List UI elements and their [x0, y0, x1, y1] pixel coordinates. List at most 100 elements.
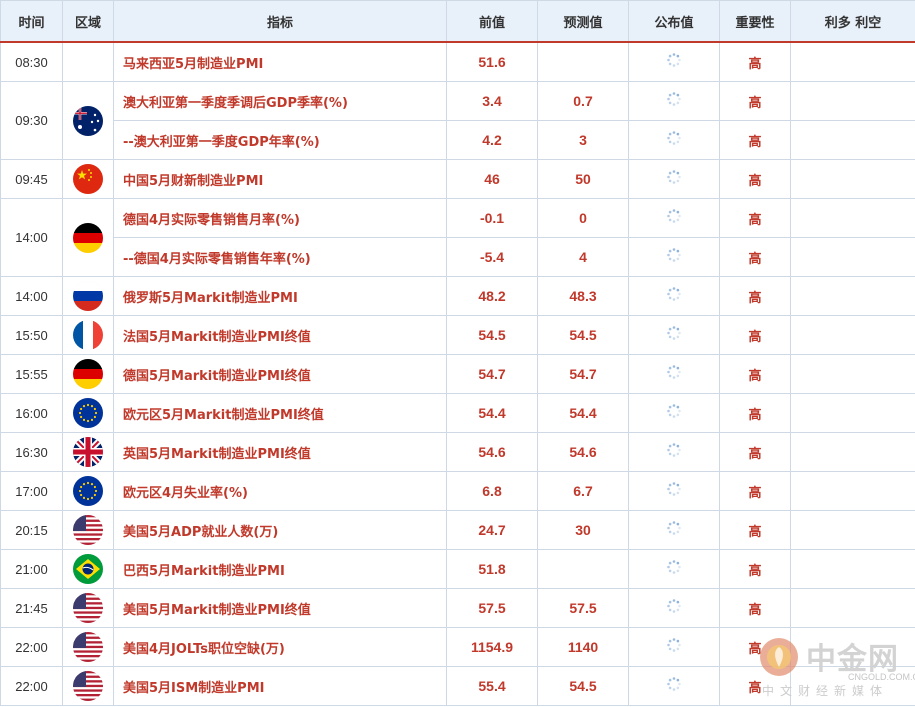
- table-row[interactable]: 15:55 德国5月Markit制造业PMI终值 54.7 54.7 高: [0, 354, 915, 394]
- usa-flag-icon: [73, 593, 103, 623]
- indicator-name[interactable]: --澳大利亚第一季度GDP年率(%): [113, 120, 447, 160]
- header-time[interactable]: 时间: [0, 0, 63, 43]
- forecast-value: 54.5: [537, 666, 629, 706]
- indicator-name[interactable]: --德国4月实际零售销售年率(%): [113, 237, 447, 277]
- brazil-flag-icon: [73, 554, 103, 584]
- forecast-value: 48.3: [537, 276, 629, 316]
- importance-level: 高: [719, 510, 791, 550]
- forecast-value: 57.5: [537, 588, 629, 628]
- region-cell: [62, 627, 114, 667]
- forecast-value: 4: [537, 237, 629, 277]
- forecast-value: 3: [537, 120, 629, 160]
- actual-value: [628, 120, 720, 160]
- loading-spinner-icon: [666, 403, 682, 423]
- table-row[interactable]: 17:00 欧元区4月失业率(%) 6.8 6.7 高: [0, 471, 915, 511]
- previous-value: 51.8: [446, 549, 538, 589]
- actual-value: [628, 41, 720, 82]
- loading-spinner-icon: [666, 325, 682, 345]
- indicator-name[interactable]: 俄罗斯5月Markit制造业PMI: [113, 276, 447, 316]
- table-row[interactable]: 14:00 俄罗斯5月Markit制造业PMI 48.2 48.3 高: [0, 276, 915, 316]
- impact-cell: [790, 549, 915, 589]
- impact-cell: [790, 198, 915, 238]
- indicator-name[interactable]: 美国5月Markit制造业PMI终值: [113, 588, 447, 628]
- event-time: 22:00: [0, 627, 63, 667]
- table-row[interactable]: 20:15 美国5月ADP就业人数(万) 24.7 30 高: [0, 510, 915, 550]
- table-row[interactable]: --德国4月实际零售销售年率(%) -5.4 4 高: [1, 237, 915, 277]
- importance-level: 高: [719, 237, 791, 277]
- indicator-name[interactable]: 法国5月Markit制造业PMI终值: [113, 315, 447, 355]
- indicator-name[interactable]: 美国5月ADP就业人数(万): [113, 510, 447, 550]
- event-time: 22:00: [0, 666, 63, 706]
- indicator-name[interactable]: 英国5月Markit制造业PMI终值: [113, 432, 447, 472]
- event-time: 15:50: [0, 315, 63, 355]
- header-actual[interactable]: 公布值: [628, 0, 720, 43]
- importance-level: 高: [719, 159, 791, 199]
- actual-value: [628, 627, 720, 667]
- importance-level: 高: [719, 666, 791, 706]
- table-row[interactable]: 22:00 美国5月ISM制造业PMI 55.4 54.5 高: [0, 666, 915, 706]
- header-region[interactable]: 区域: [62, 0, 114, 43]
- forecast-value: 0.7: [537, 81, 629, 121]
- loading-spinner-icon: [666, 208, 682, 228]
- importance-level: 高: [719, 471, 791, 511]
- impact-cell: [790, 471, 915, 511]
- table-row[interactable]: 16:00 欧元区5月Markit制造业PMI终值 54.4 54.4 高: [0, 393, 915, 433]
- header-forecast[interactable]: 预测值: [537, 0, 629, 43]
- previous-value: 24.7: [446, 510, 538, 550]
- indicator-name[interactable]: 德国4月实际零售销售月率(%): [113, 198, 447, 238]
- previous-value: 54.4: [446, 393, 538, 433]
- actual-value: [628, 471, 720, 511]
- indicator-name[interactable]: 欧元区4月失业率(%): [113, 471, 447, 511]
- loading-spinner-icon: [666, 637, 682, 657]
- header-indicator[interactable]: 指标: [113, 0, 447, 43]
- actual-value: [628, 393, 720, 433]
- table-row[interactable]: 16:30 英国5月Markit制造业PMI终值 54.6 54.6 高: [0, 432, 915, 472]
- uk-flag-icon: [73, 437, 103, 467]
- previous-value: 1154.9: [446, 627, 538, 667]
- header-importance[interactable]: 重要性: [719, 0, 791, 43]
- table-row[interactable]: 22:00 美国4月JOLTs职位空缺(万) 1154.9 1140 高: [0, 627, 915, 667]
- region-cell: [62, 393, 114, 433]
- indicator-name[interactable]: 美国5月ISM制造业PMI: [113, 666, 447, 706]
- previous-value: 4.2: [446, 120, 538, 160]
- indicator-name[interactable]: 德国5月Markit制造业PMI终值: [113, 354, 447, 394]
- region-cell: [62, 510, 114, 550]
- previous-value: -0.1: [446, 198, 538, 238]
- loading-spinner-icon: [666, 676, 682, 696]
- indicator-name[interactable]: 中国5月财新制造业PMI: [113, 159, 447, 199]
- actual-value: [628, 81, 720, 121]
- impact-cell: [790, 510, 915, 550]
- impact-cell: [790, 41, 915, 82]
- indicator-name[interactable]: 欧元区5月Markit制造业PMI终值: [113, 393, 447, 433]
- forecast-value: 54.6: [537, 432, 629, 472]
- actual-value: [628, 354, 720, 394]
- indicator-name[interactable]: 美国4月JOLTs职位空缺(万): [113, 627, 447, 667]
- event-time: 21:45: [0, 588, 63, 628]
- eu-flag-icon: [73, 476, 103, 506]
- region-cell: [62, 432, 114, 472]
- table-row[interactable]: 21:45 美国5月Markit制造业PMI终值 57.5 57.5 高: [0, 588, 915, 628]
- actual-value: [628, 588, 720, 628]
- header-impact[interactable]: 利多 利空: [790, 0, 915, 43]
- forecast-value: [537, 41, 629, 82]
- impact-cell: [790, 276, 915, 316]
- forecast-value: 30: [537, 510, 629, 550]
- impact-cell: [790, 627, 915, 667]
- table-row[interactable]: 15:50 法国5月Markit制造业PMI终值 54.5 54.5 高: [0, 315, 915, 355]
- table-row[interactable]: 21:00 巴西5月Markit制造业PMI 51.8 高: [0, 549, 915, 589]
- indicator-name[interactable]: 巴西5月Markit制造业PMI: [113, 549, 447, 589]
- table-row[interactable]: 09:45 中国5月财新制造业PMI 46 50 高: [0, 159, 915, 199]
- table-header-row: 时间 区域 指标 前值 预测值 公布值 重要性 利多 利空: [0, 0, 915, 43]
- header-previous[interactable]: 前值: [446, 0, 538, 43]
- table-row[interactable]: 08:30 马来西亚5月制造业PMI 51.6 高: [0, 41, 915, 82]
- usa-flag-icon: [73, 671, 103, 701]
- importance-level: 高: [719, 354, 791, 394]
- table-row[interactable]: 14:00 德国4月实际零售销售月率(%) -0.1 0 高: [0, 198, 915, 277]
- indicator-name[interactable]: 澳大利亚第一季度季调后GDP季率(%): [113, 81, 447, 121]
- importance-level: 高: [719, 393, 791, 433]
- importance-level: 高: [719, 549, 791, 589]
- table-row[interactable]: --澳大利亚第一季度GDP年率(%) 4.2 3 高: [1, 120, 915, 160]
- table-row[interactable]: 09:30 澳大利亚第一季度季调后GDP季率(%) 3.4 0.7 高: [0, 81, 915, 160]
- indicator-name[interactable]: 马来西亚5月制造业PMI: [113, 41, 447, 82]
- loading-spinner-icon: [666, 130, 682, 150]
